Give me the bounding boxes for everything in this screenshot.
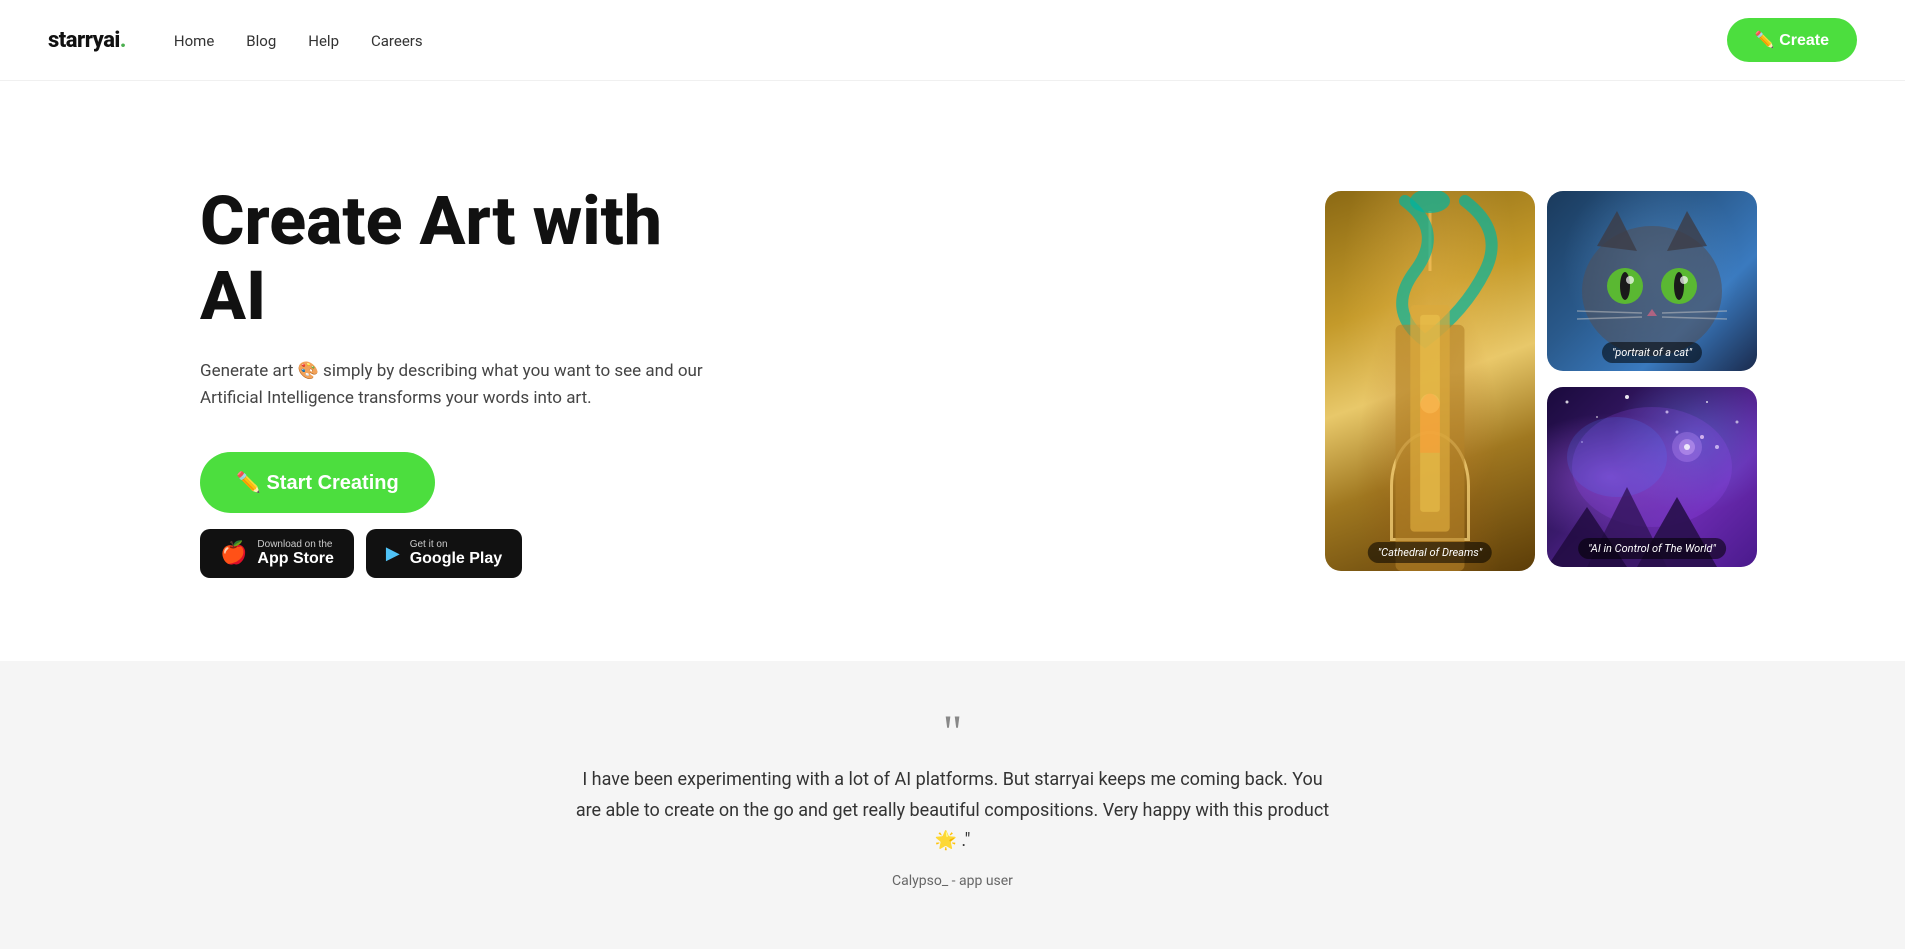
app-store-button[interactable]: 🍎 Download on the App Store	[200, 529, 354, 578]
navbar: starryai. Home Blog Help Careers ✏️ Crea…	[0, 0, 1905, 81]
google-play-text: Get it on Google Play	[410, 539, 502, 568]
art-card-cathedral: "Cathedral of Dreams"	[1325, 191, 1535, 571]
apple-icon: 🍎	[220, 540, 247, 566]
store-buttons: 🍎 Download on the App Store ▶ Get it on …	[200, 529, 720, 578]
nav-item-home[interactable]: Home	[174, 31, 214, 50]
hero-section: Create Art with AI Generate art 🎨 simply…	[0, 81, 1905, 661]
hero-content: Create Art with AI Generate art 🎨 simply…	[200, 184, 720, 578]
nav-item-help[interactable]: Help	[308, 31, 339, 50]
nav-link-home[interactable]: Home	[174, 32, 214, 50]
nav-links: Home Blog Help Careers	[174, 31, 423, 50]
logo-text: starryai	[48, 28, 120, 53]
nav-item-blog[interactable]: Blog	[246, 31, 276, 50]
hero-buttons: ✏️ Start Creating 🍎 Download on the App …	[200, 452, 720, 578]
space-label: "AI in Control of The World"	[1578, 538, 1726, 559]
quote-mark: "	[48, 721, 1857, 745]
hero-description: Generate art 🎨 simply by describing what…	[200, 358, 720, 412]
google-play-name: Google Play	[410, 550, 502, 568]
testimonial-author: Calypso_ - app user	[48, 873, 1857, 889]
logo-dot: .	[120, 28, 126, 53]
google-play-prefix: Get it on	[410, 539, 448, 550]
cat-label: "portrait of a cat"	[1602, 342, 1702, 363]
app-store-name: App Store	[257, 550, 333, 568]
create-button[interactable]: ✏️ Create	[1727, 18, 1857, 62]
art-grid: "Cathedral of Dreams"	[1325, 191, 1757, 571]
art-card-cat: "portrait of a cat"	[1547, 191, 1757, 371]
art-card-space: "AI in Control of The World"	[1547, 387, 1757, 567]
start-creating-button[interactable]: ✏️ Start Creating	[200, 452, 435, 513]
nav-link-help[interactable]: Help	[308, 32, 339, 50]
nav-link-careers[interactable]: Careers	[371, 32, 423, 50]
nav-item-careers[interactable]: Careers	[371, 31, 423, 50]
cathedral-towers-svg	[1325, 305, 1535, 571]
testimonial-section: " I have been experimenting with a lot o…	[0, 661, 1905, 949]
logo: starryai.	[48, 28, 126, 53]
testimonial-text: I have been experimenting with a lot of …	[573, 765, 1333, 857]
nav-link-blog[interactable]: Blog	[246, 32, 276, 50]
app-store-text: Download on the App Store	[257, 539, 333, 568]
hero-title: Create Art with AI	[200, 184, 720, 334]
play-icon: ▶	[386, 543, 400, 564]
google-play-button[interactable]: ▶ Get it on Google Play	[366, 529, 522, 578]
app-store-prefix: Download on the	[257, 539, 332, 550]
cathedral-label: "Cathedral of Dreams"	[1368, 542, 1492, 563]
nav-left: starryai. Home Blog Help Careers	[48, 28, 423, 53]
